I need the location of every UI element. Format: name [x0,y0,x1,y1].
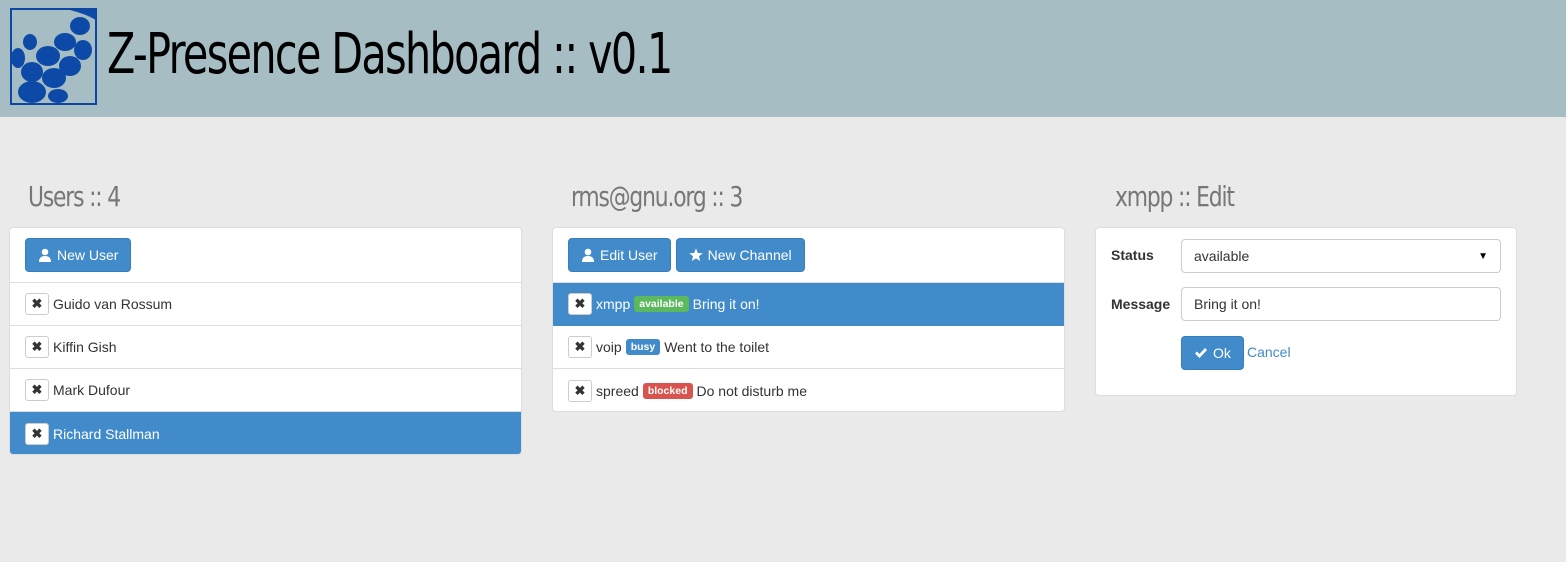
status-badge: available [634,296,689,312]
user-row[interactable]: ✖ Mark Dufour [10,369,521,412]
remove-user-button[interactable]: ✖ [25,336,49,358]
star-icon [688,248,703,261]
status-label: Status [1111,247,1154,263]
remove-user-button[interactable]: ✖ [25,422,49,445]
new-channel-label: New Channel [707,247,792,263]
ok-label: Ok [1213,345,1231,361]
channel-message: Do not disturb me [696,382,808,399]
channels-toolbar: Edit User New Channel [553,228,1064,283]
user-row[interactable]: ✖ Kiffin Gish [10,326,521,369]
user-icon [582,248,594,262]
edit-user-button[interactable]: Edit User [568,238,671,272]
remove-user-button[interactable]: ✖ [25,379,49,401]
message-input-value: Bring it on! [1194,296,1261,312]
edit-heading: xmpp :: Edit [1115,180,1235,213]
channel-message: Went to the toilet [664,339,770,355]
check-icon [1195,348,1207,358]
users-heading: Users :: 4 [28,180,121,213]
new-user-button[interactable]: New User [25,238,132,272]
status-select[interactable]: available ▼ [1181,239,1501,273]
status-select-value: available [1194,248,1250,264]
channel-row[interactable]: ✖ spreed blocked Do not disturb me [553,369,1064,411]
app-header: Z-Presence Dashboard :: v0.1 [0,0,1566,117]
users-panel: New User ✖ Guido van Rossum ✖ Kiffin Gis… [9,227,522,455]
channel-name: voip [596,339,622,355]
new-channel-button[interactable]: New Channel [675,238,805,272]
tortoise-logo-icon [10,8,97,105]
remove-channel-button[interactable]: ✖ [568,336,592,358]
user-row-selected[interactable]: ✖ Richard Stallman [10,412,521,454]
caret-down-icon: ▼ [1478,250,1488,262]
message-input[interactable]: Bring it on! [1181,287,1501,321]
status-badge: blocked [642,382,693,399]
ok-button[interactable]: Ok [1181,336,1244,370]
channel-name: xmpp [596,296,631,312]
remove-channel-button[interactable]: ✖ [568,293,592,315]
message-label: Message [1111,296,1171,312]
edit-panel: Status available ▼ Message Bring it on! … [1095,227,1517,396]
remove-user-button[interactable]: ✖ [25,293,49,315]
users-toolbar: New User [10,228,521,283]
user-name: Guido van Rossum [53,296,173,312]
user-icon [39,248,51,262]
app-title: Z-Presence Dashboard :: v0.1 [107,22,673,87]
new-user-label: New User [57,247,119,263]
channels-heading: rms@gnu.org :: 3 [571,180,743,213]
user-name: Mark Dufour [53,382,131,398]
user-name: Richard Stallman [53,425,160,442]
status-badge: busy [625,339,661,355]
channel-message: Bring it on! [692,296,760,312]
user-name: Kiffin Gish [53,339,117,355]
channel-row[interactable]: ✖ voip busy Went to the toilet [553,326,1064,369]
cancel-link[interactable]: Cancel [1247,344,1291,360]
user-row[interactable]: ✖ Guido van Rossum [10,283,521,326]
channel-name: spreed [596,382,639,399]
channel-row-selected[interactable]: ✖ xmpp available Bring it on! [553,283,1064,326]
remove-channel-button[interactable]: ✖ [568,379,592,402]
channels-panel: Edit User New Channel ✖ xmpp available B… [552,227,1065,412]
edit-user-label: Edit User [600,247,658,263]
